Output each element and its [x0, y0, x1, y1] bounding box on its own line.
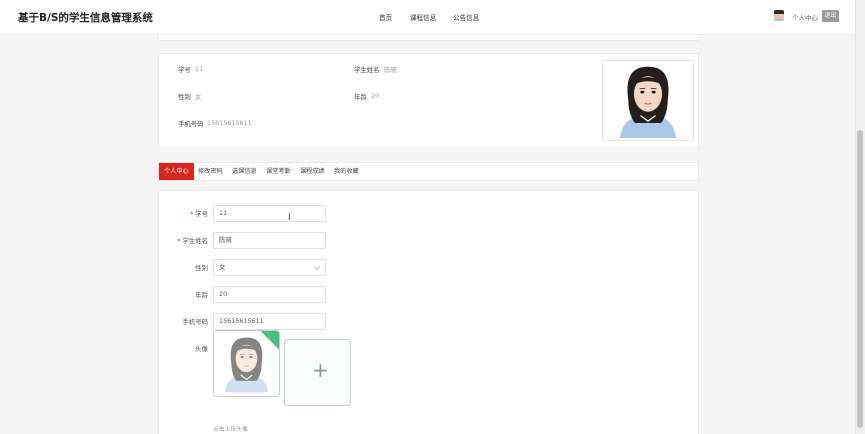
student-id-label: 学号	[178, 66, 191, 74]
form-avatar-label: 头像	[195, 345, 208, 353]
required-mark: *	[177, 237, 181, 245]
tab-favorites[interactable]: 我的收藏	[334, 163, 359, 180]
form-name-label: * 学生姓名	[177, 236, 208, 245]
name-value: 陈晓	[384, 66, 397, 74]
age-label: 年龄	[354, 93, 367, 101]
site-title: 基于B/S的学生信息管理系统	[18, 12, 153, 24]
form-student-id-label-text: 学号	[195, 210, 208, 218]
gender-select[interactable]: 女	[213, 259, 326, 276]
nav-item-courses[interactable]: 课程信息	[410, 12, 436, 22]
uploaded-avatar[interactable]	[213, 330, 280, 397]
form-phone-label: 手机号码	[182, 318, 208, 326]
form-gender-label: 性别	[195, 264, 208, 272]
tab-change-password[interactable]: 修改密码	[198, 163, 223, 180]
plus-icon: +	[312, 358, 329, 382]
student-id-value: 11	[195, 65, 204, 73]
profile-photo	[602, 60, 694, 141]
profile-form: * 学号 11 I * 学生姓名 陈晓 性别 女 年龄 20 手机号码 156156…	[158, 190, 699, 434]
gender-value: 女	[195, 93, 202, 101]
name-input[interactable]: 陈晓	[213, 232, 326, 249]
profile-summary-card: 学号 11 学生姓名 陈晓 性别 女 年龄 20 手机号码 1561561561…	[158, 53, 699, 148]
text-cursor-icon: I	[288, 213, 291, 223]
required-mark: *	[190, 210, 194, 218]
tab-personal-center[interactable]: 个人中心	[159, 163, 194, 180]
form-name-label-text: 学生姓名	[182, 237, 208, 245]
nav-item-notices[interactable]: 公告信息	[453, 12, 479, 22]
age-value: 20	[371, 92, 380, 100]
tab-attendance[interactable]: 课堂考勤	[266, 163, 291, 180]
gender-label: 性别	[178, 93, 191, 101]
phone-value: 15615615611	[207, 119, 252, 127]
page: 基于B/S的学生信息管理系统 首页 课程信息 公告信息 个人中心 退出 学号 1…	[0, 0, 865, 434]
chevron-down-icon	[314, 264, 320, 270]
avatar-upload-button[interactable]: +	[284, 339, 351, 406]
personal-center-link[interactable]: 个人中心	[792, 12, 818, 22]
tab-course-selection[interactable]: 选课信息	[232, 163, 257, 180]
header: 基于B/S的学生信息管理系统 首页 课程信息 公告信息 个人中心 退出	[0, 0, 855, 35]
avatar[interactable]	[774, 10, 784, 21]
nav-item-home[interactable]: 首页	[379, 12, 392, 22]
previous-card-edge	[158, 35, 699, 41]
name-label: 学生姓名	[354, 66, 380, 74]
phone-label: 手机号码	[178, 120, 204, 128]
form-student-id-label: * 学号	[190, 209, 208, 218]
scrollbar-thumb[interactable]	[857, 130, 863, 428]
phone-input[interactable]: 15615615611	[213, 313, 326, 330]
logout-button[interactable]: 退出	[822, 10, 839, 22]
tab-bar: 个人中心 修改密码 选课信息 课堂考勤 课程成绩 我的收藏	[158, 162, 699, 181]
gender-select-value: 女	[219, 263, 226, 271]
student-id-input[interactable]: 11	[213, 205, 326, 222]
upload-hint: 点击上传头像	[213, 427, 248, 433]
tab-grades[interactable]: 课程成绩	[300, 163, 325, 180]
form-age-label: 年龄	[195, 291, 208, 299]
age-input[interactable]: 20	[213, 286, 326, 303]
